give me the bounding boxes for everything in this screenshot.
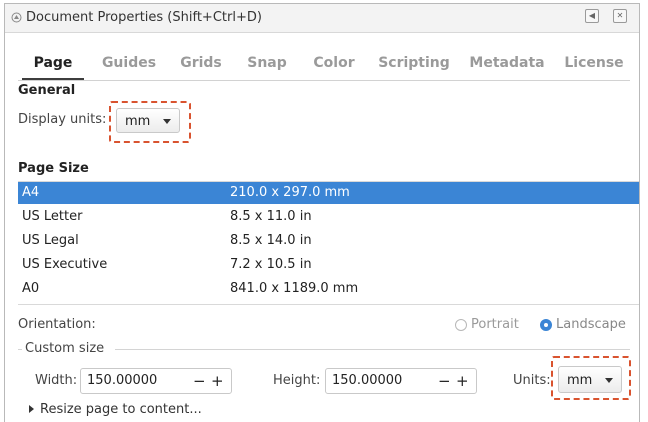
page-size-heading: Page Size	[18, 161, 89, 176]
close-button[interactable]: ✕	[613, 9, 627, 23]
portrait-radio[interactable]	[455, 319, 467, 331]
page-size-dimensions: 8.5 x 11.0 in	[230, 209, 312, 224]
portrait-label[interactable]: Portrait	[471, 317, 519, 332]
minimize-icon: ◀	[588, 11, 596, 20]
document-properties-window: Document Properties (Shift+Ctrl+D) ◀ ✕ P…	[4, 3, 640, 422]
units-dropdown[interactable]: mm	[558, 366, 622, 393]
chevron-down-icon	[163, 119, 171, 124]
width-increment-button[interactable]: +	[211, 373, 224, 389]
title-bar: Document Properties (Shift+Ctrl+D) ◀ ✕	[5, 4, 639, 33]
page-size-row-a0[interactable]: A0 841.0 x 1189.0 mm	[18, 278, 639, 300]
page-size-row-us-letter[interactable]: US Letter 8.5 x 11.0 in	[18, 206, 639, 228]
height-increment-button[interactable]: +	[456, 373, 469, 389]
fieldset-border	[115, 349, 630, 350]
width-label: Width:	[35, 373, 78, 388]
minimize-button[interactable]: ◀	[585, 9, 599, 23]
page-size-dimensions: 841.0 x 1189.0 mm	[230, 281, 359, 296]
page-size-list: A4 210.0 x 297.0 mm US Letter 8.5 x 11.0…	[18, 181, 639, 305]
page-size-dimensions: 8.5 x 14.0 in	[230, 233, 312, 248]
expander-arrow-icon	[29, 404, 34, 413]
width-spinbox[interactable]: 150.00000 − +	[80, 368, 232, 394]
landscape-label[interactable]: Landscape	[556, 317, 626, 332]
app-icon	[11, 12, 22, 23]
chevron-down-icon	[605, 378, 613, 383]
general-heading: General	[18, 83, 76, 98]
page-size-dimensions: 210.0 x 297.0 mm	[230, 185, 350, 200]
tab-page[interactable]: Page	[22, 46, 84, 80]
fieldset-border	[18, 349, 22, 350]
height-decrement-button[interactable]: −	[438, 373, 451, 389]
page-size-name: A4	[22, 185, 40, 200]
tab-grids[interactable]: Grids	[174, 46, 228, 80]
display-units-label: Display units:	[18, 112, 107, 127]
height-spinbox[interactable]: 150.00000 − +	[325, 368, 477, 394]
units-value: mm	[567, 373, 593, 388]
close-icon: ✕	[616, 11, 624, 20]
tab-guides[interactable]: Guides	[96, 46, 162, 80]
resize-page-expander[interactable]: Resize page to content...	[29, 402, 202, 417]
page-size-name: A0	[22, 281, 40, 296]
width-decrement-button[interactable]: −	[193, 373, 206, 389]
tab-metadata[interactable]: Metadata	[468, 46, 546, 80]
width-value: 150.00000	[87, 373, 158, 388]
height-label: Height:	[273, 373, 321, 388]
page-size-row-us-executive[interactable]: US Executive 7.2 x 10.5 in	[18, 254, 639, 276]
display-units-dropdown[interactable]: mm	[116, 108, 180, 133]
window-title: Document Properties (Shift+Ctrl+D)	[26, 10, 262, 25]
page-size-dimensions: 7.2 x 10.5 in	[230, 257, 312, 272]
tab-scripting[interactable]: Scripting	[376, 46, 452, 80]
tab-snap[interactable]: Snap	[242, 46, 292, 80]
orientation-label: Orientation:	[18, 317, 96, 332]
height-value: 150.00000	[332, 373, 403, 388]
page-size-name: US Legal	[22, 233, 79, 248]
page-size-name: US Executive	[22, 257, 108, 272]
custom-size-heading: Custom size	[25, 341, 105, 356]
tab-bar: Page Guides Grids Snap Color Scripting M…	[18, 46, 630, 81]
page-size-row-us-legal[interactable]: US Legal 8.5 x 14.0 in	[18, 230, 639, 252]
landscape-radio[interactable]	[540, 319, 552, 331]
tab-color[interactable]: Color	[308, 46, 360, 80]
tab-license[interactable]: License	[562, 46, 626, 80]
resize-page-label: Resize page to content...	[40, 402, 202, 417]
page-size-name: US Letter	[22, 209, 83, 224]
units-label: Units:	[513, 373, 551, 388]
display-units-value: mm	[125, 114, 151, 129]
page-size-row-a4[interactable]: A4 210.0 x 297.0 mm	[18, 182, 639, 204]
